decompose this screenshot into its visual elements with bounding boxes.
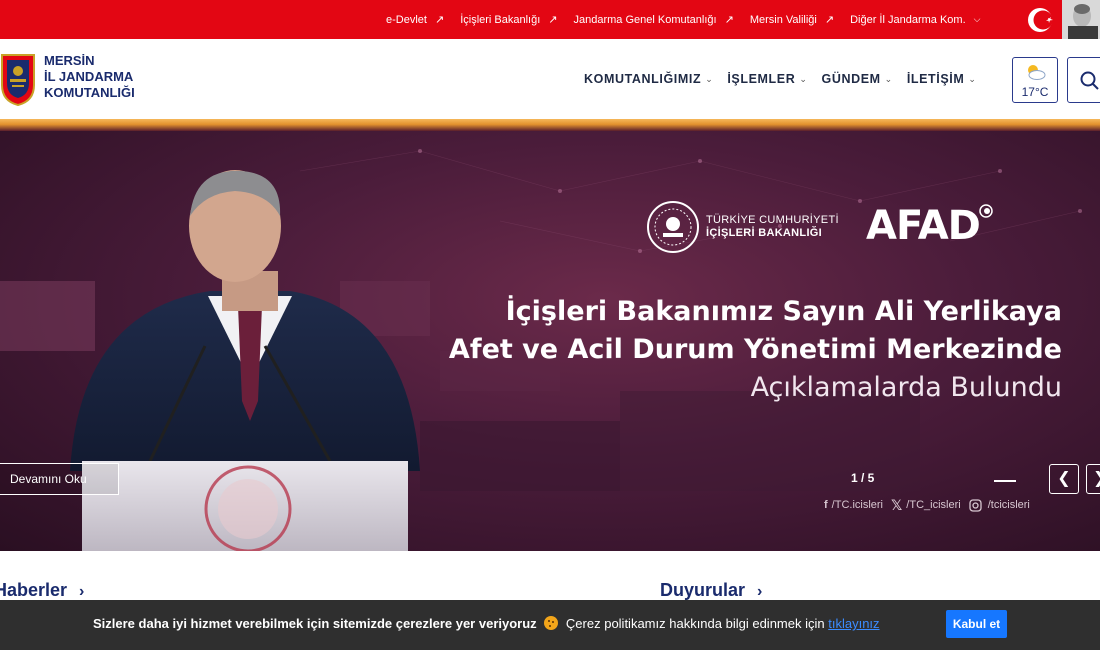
hero-slider: TÜRKİYE CUMHURİYETİ İÇİŞLERİ BAKANLIĞI A…	[0, 131, 1100, 551]
slide-progress-line	[994, 480, 1016, 482]
ministry-line: İÇİŞLERİ BAKANLIĞI	[706, 227, 823, 239]
main-nav: KOMUTANLIĞIMIZ ⌄ İŞLEMLER ⌄ GÜNDEM ⌄ İLE…	[584, 39, 991, 119]
top-link-diger-il-dropdown[interactable]: Diğer İl Jandarma Kom. ⌵	[850, 14, 980, 26]
weather-widget[interactable]: 17°C	[1012, 57, 1058, 103]
nav-iletisim[interactable]: İLETİŞİM ⌄	[907, 72, 977, 86]
brand-line: İL JANDARMA	[44, 69, 134, 84]
news-title-text: Haberler	[0, 580, 68, 600]
chevron-left-icon: ❮	[1057, 470, 1071, 487]
x-twitter-icon: 𝕏	[891, 496, 903, 513]
cookie-accept-button[interactable]: Kabul et	[946, 610, 1007, 638]
chevron-right-icon: ❯	[1093, 470, 1100, 487]
slide-next-button[interactable]: ❯	[1086, 464, 1100, 494]
cookie-icon	[544, 616, 559, 630]
search-button[interactable]	[1067, 57, 1100, 103]
social-handle: /TC_icisleri	[906, 499, 961, 511]
read-more-button[interactable]: Devamını Oku	[0, 463, 119, 495]
instagram-icon	[969, 498, 982, 512]
top-link-label: İçişleri Bakanlığı	[460, 13, 541, 26]
afad-crescent-icon	[979, 204, 993, 218]
hero-headline[interactable]: İçişleri Bakanımız Sayın Ali Yerlikaya A…	[449, 293, 1062, 407]
nav-label: GÜNDEM	[821, 72, 881, 86]
announcements-title-text: Duyurular	[660, 580, 746, 600]
brand-line: MERSİN	[44, 53, 95, 68]
afad-logo-text: AFAD	[866, 203, 981, 249]
ministry-name: TÜRKİYE CUMHURİYETİ İÇİŞLERİ BAKANLIĞI	[706, 214, 839, 240]
cookie-bold-text: Sizlere daha iyi hizmet verebilmek için …	[93, 616, 537, 631]
slide-counter: 1 / 5	[851, 471, 875, 485]
flag-ataturk-banner	[1020, 0, 1100, 39]
chevron-right-icon: ›	[757, 583, 763, 600]
top-link-label: e-Devlet	[386, 13, 427, 26]
top-link-mersin-valiligi[interactable]: Mersin Valiliği ↗	[749, 13, 835, 27]
nav-label: İŞLEMLER	[727, 72, 796, 86]
social-handle: /TC.icisleri	[831, 499, 884, 511]
facebook-icon: f	[824, 499, 828, 511]
top-link-label: Jandarma Genel Komutanlığı	[573, 13, 717, 26]
top-links: e-Devlet ↗ İçişleri Bakanlığı ↗ Jandarma…	[386, 0, 996, 39]
nav-islemler[interactable]: İŞLEMLER ⌄	[727, 72, 807, 86]
afad-logo: AFAD	[866, 203, 994, 249]
external-arrow-icon: ↗	[434, 14, 445, 26]
partly-cloudy-icon	[1028, 65, 1046, 80]
top-bar: e-Devlet ↗ İçişleri Bakanlığı ↗ Jandarma…	[0, 0, 1100, 39]
external-arrow-icon: ↗	[724, 14, 734, 26]
ministry-line: TÜRKİYE CUMHURİYETİ	[706, 214, 839, 226]
top-link-icisleri[interactable]: İçişleri Bakanlığı ↗	[460, 13, 558, 27]
brand-line: KOMUTANLIĞI	[44, 85, 135, 100]
headline-line: Afet ve Acil Durum Yönetimi Merkezinde	[448, 334, 1062, 365]
news-section-title[interactable]: Haberler ›	[0, 580, 84, 601]
chevron-down-icon: ⌄	[705, 73, 714, 84]
nav-komutanligimiz[interactable]: KOMUTANLIĞIMIZ ⌄	[584, 72, 713, 86]
social-handle: /tcicisleri	[987, 499, 1030, 511]
social-handles: f /TC.icisleri 𝕏 /TC_icisleri /tcicisler…	[824, 497, 1038, 513]
chevron-down-icon: ⌵	[973, 14, 981, 24]
site-header: MERSİN İL JANDARMA KOMUTANLIĞI KOMUTANLI…	[0, 39, 1100, 119]
search-icon	[1080, 71, 1099, 90]
cookie-consent-bar: Sizlere daha iyi hizmet verebilmek için …	[0, 600, 1100, 650]
chevron-down-icon: ⌄	[799, 73, 808, 84]
top-link-label: Mersin Valiliği	[749, 13, 817, 26]
top-link-e-devlet[interactable]: e-Devlet ↗	[386, 13, 445, 27]
nav-label: KOMUTANLIĞIMIZ	[584, 72, 702, 86]
top-link-label: Diğer İl Jandarma Kom.	[850, 13, 966, 26]
ministry-emblem-icon	[647, 201, 699, 253]
external-arrow-icon: ↗	[548, 14, 558, 26]
headline-line: Açıklamalarda Bulundu	[750, 372, 1062, 403]
ministry-logo-group: TÜRKİYE CUMHURİYETİ İÇİŞLERİ BAKANLIĞI	[646, 197, 839, 257]
chevron-down-icon: ⌄	[884, 73, 893, 84]
top-link-jandarma-genel[interactable]: Jandarma Genel Komutanlığı ↗	[573, 13, 734, 27]
cookie-message: Sizlere daha iyi hizmet verebilmek için …	[93, 616, 880, 631]
nav-label: İLETİŞİM	[906, 72, 965, 86]
nav-gundem[interactable]: GÜNDEM ⌄	[822, 72, 893, 86]
header-accent-stripe	[0, 119, 1100, 131]
cookie-policy-link[interactable]: tıklayınız	[828, 616, 879, 631]
chevron-right-icon: ›	[79, 583, 85, 600]
headline-line: İçişleri Bakanımız Sayın Ali Yerlikaya	[505, 296, 1062, 327]
cookie-normal-text: Çerez politikamız hakkında bilgi edinmek…	[565, 616, 825, 631]
slide-prev-button[interactable]: ❮	[1049, 464, 1079, 494]
weather-temp: 17°C	[1021, 85, 1049, 99]
jandarma-logo[interactable]	[0, 49, 38, 107]
chevron-down-icon: ⌄	[968, 73, 977, 84]
announcements-section-title[interactable]: Duyurular ›	[660, 580, 762, 601]
brand-title[interactable]: MERSİN İL JANDARMA KOMUTANLIĞI	[44, 53, 135, 101]
external-arrow-icon: ↗	[824, 14, 835, 26]
